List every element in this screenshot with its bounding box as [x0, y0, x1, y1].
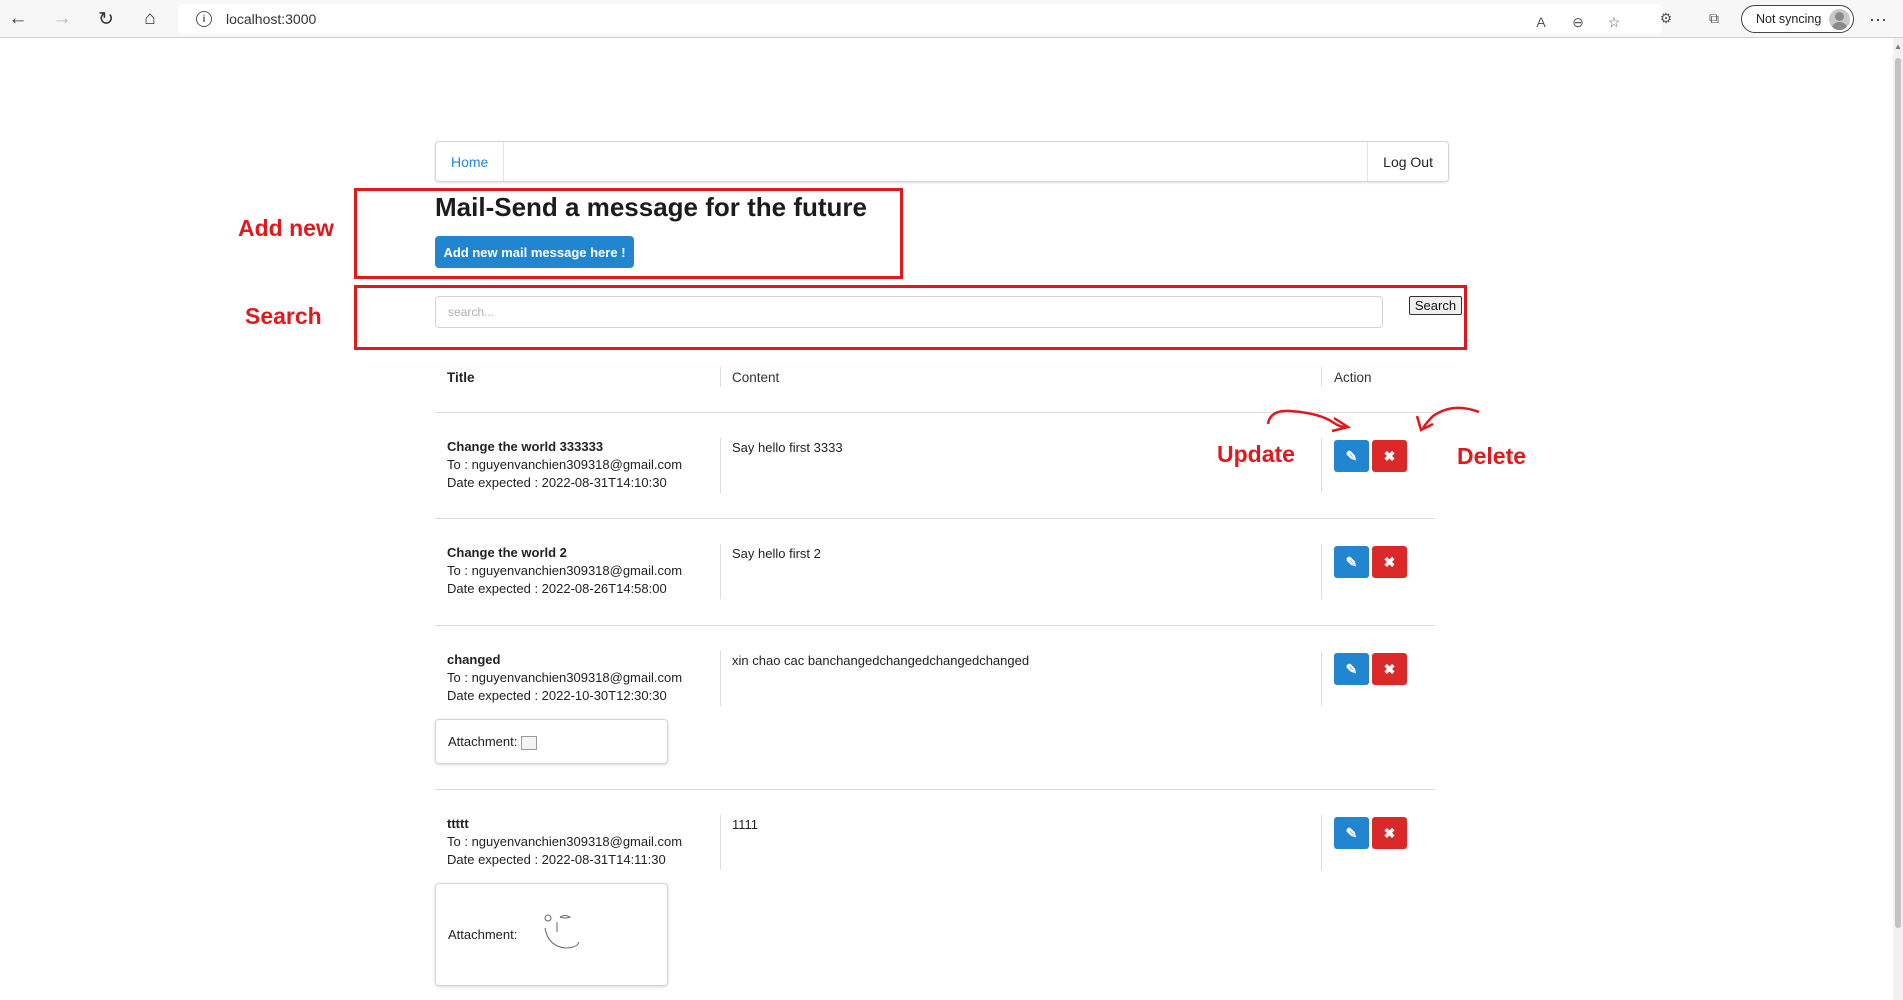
table-row-title-cell: Change the world 333333 To : nguyenvanch… — [447, 438, 682, 492]
mail-content: 1111 — [732, 817, 759, 832]
edit-button[interactable]: ✎ — [1334, 653, 1369, 685]
profile-sync-button[interactable]: Not syncing — [1741, 5, 1854, 33]
annotation-box-search — [354, 285, 1467, 350]
annotation-update: Update — [1217, 441, 1295, 467]
attachment-label: Attachment: — [448, 734, 518, 749]
delete-arrow-icon — [1415, 406, 1480, 432]
column-divider — [1321, 438, 1322, 493]
attachment-card: Attachment: — [435, 719, 668, 764]
edit-button[interactable]: ✎ — [1334, 546, 1369, 578]
table-row-title-cell: ttttt To : nguyenvanchien309318@gmail.co… — [447, 815, 682, 869]
mail-date: Date expected : 2022-10-30T12:30:30 — [447, 688, 667, 703]
column-divider — [720, 815, 721, 870]
reload-icon[interactable]: ↻ — [92, 6, 120, 32]
mail-date: Date expected : 2022-08-26T14:58:00 — [447, 581, 667, 596]
close-icon: ✖ — [1383, 447, 1396, 464]
mail-date: Date expected : 2022-08-31T14:11:30 — [447, 852, 666, 867]
delete-button[interactable]: ✖ — [1372, 546, 1407, 578]
annotation-delete: Delete — [1457, 443, 1527, 469]
scroll-thumb[interactable] — [1895, 58, 1901, 928]
mail-content: xin chao cac banchangedchangedchangedcha… — [732, 653, 1030, 668]
pencil-icon: ✎ — [1345, 660, 1358, 677]
annotation-search: Search — [245, 303, 322, 329]
attachment-card: Attachment: — [435, 883, 668, 986]
zoom-icon[interactable]: ⊖ — [1567, 11, 1589, 33]
attachment-label: Attachment: — [448, 927, 518, 942]
mail-title: changed — [447, 652, 501, 667]
delete-button[interactable]: ✖ — [1372, 653, 1407, 685]
edit-button[interactable]: ✎ — [1334, 440, 1369, 472]
delete-button[interactable]: ✖ — [1372, 817, 1407, 849]
url-text[interactable]: localhost:3000 — [226, 11, 316, 27]
home-icon[interactable]: ⌂ — [136, 6, 164, 32]
avatar — [1829, 9, 1850, 30]
forward-icon[interactable]: → — [48, 6, 76, 32]
row-divider — [435, 625, 1435, 626]
pencil-icon: ✎ — [1345, 824, 1358, 841]
annotation-add-new: Add new — [238, 215, 334, 241]
extensions-icon[interactable]: ⚙ — [1655, 7, 1677, 29]
table-row-title-cell: changed To : nguyenvanchien309318@gmail.… — [447, 651, 682, 705]
column-divider — [720, 367, 721, 387]
mail-title: Change the world 2 — [447, 545, 567, 560]
row-divider — [435, 518, 1435, 519]
column-divider — [1321, 815, 1322, 870]
back-icon[interactable]: ← — [4, 6, 32, 32]
read-aloud-icon[interactable]: A — [1530, 11, 1552, 33]
column-header-content: Content — [732, 370, 780, 385]
pencil-icon: ✎ — [1345, 553, 1358, 570]
mail-recipient: To : nguyenvanchien309318@gmail.com — [447, 670, 683, 685]
annotation-box-add-new — [354, 188, 903, 279]
more-icon[interactable]: ··· — [1864, 6, 1892, 32]
row-divider — [435, 789, 1435, 790]
home-link[interactable]: Home — [436, 142, 505, 181]
edit-button[interactable]: ✎ — [1334, 817, 1369, 849]
sync-label: Not syncing — [1756, 12, 1822, 26]
page-scrollbar[interactable]: ▲ — [1893, 38, 1903, 1000]
close-icon: ✖ — [1383, 553, 1396, 570]
mail-content: Say hello first 2 — [732, 546, 821, 561]
scroll-up-icon[interactable]: ▲ — [1893, 42, 1903, 51]
mail-date: Date expected : 2022-08-31T14:10:30 — [447, 475, 667, 490]
mail-recipient: To : nguyenvanchien309318@gmail.com — [447, 457, 683, 472]
sketch-image — [544, 914, 580, 949]
broken-image-icon — [521, 736, 537, 750]
delete-button[interactable]: ✖ — [1372, 440, 1407, 472]
mail-title: ttttt — [447, 816, 469, 831]
column-divider — [720, 544, 721, 599]
site-info-icon[interactable]: i — [196, 11, 212, 27]
collections-icon[interactable]: ⧉ — [1703, 7, 1725, 29]
update-arrow-icon — [1266, 409, 1352, 433]
browser-toolbar: ← → ↻ ⌂ i localhost:3000 A ⊖ ☆ ⚙ ⧉ Not s… — [0, 0, 1903, 38]
column-divider — [1321, 544, 1322, 599]
column-divider — [720, 438, 721, 493]
column-header-title: Title — [447, 370, 475, 385]
table-row-title-cell: Change the world 2 To : nguyenvanchien30… — [447, 544, 682, 598]
mail-title: Change the world 333333 — [447, 439, 604, 454]
column-header-action: Action — [1334, 370, 1372, 385]
favorite-icon[interactable]: ☆ — [1603, 11, 1625, 33]
pencil-icon: ✎ — [1345, 447, 1358, 464]
address-bar[interactable]: i localhost:3000 A ⊖ ☆ — [178, 4, 1662, 34]
top-menu: Home Log Out — [435, 141, 1449, 182]
column-divider — [1321, 651, 1322, 706]
close-icon: ✖ — [1383, 824, 1396, 841]
logout-link[interactable]: Log Out — [1367, 142, 1448, 181]
mail-recipient: To : nguyenvanchien309318@gmail.com — [447, 834, 683, 849]
column-divider — [1321, 367, 1322, 387]
column-divider — [720, 651, 721, 706]
mail-content: Say hello first 3333 — [732, 440, 843, 455]
close-icon: ✖ — [1383, 660, 1396, 677]
mail-recipient: To : nguyenvanchien309318@gmail.com — [447, 563, 683, 578]
